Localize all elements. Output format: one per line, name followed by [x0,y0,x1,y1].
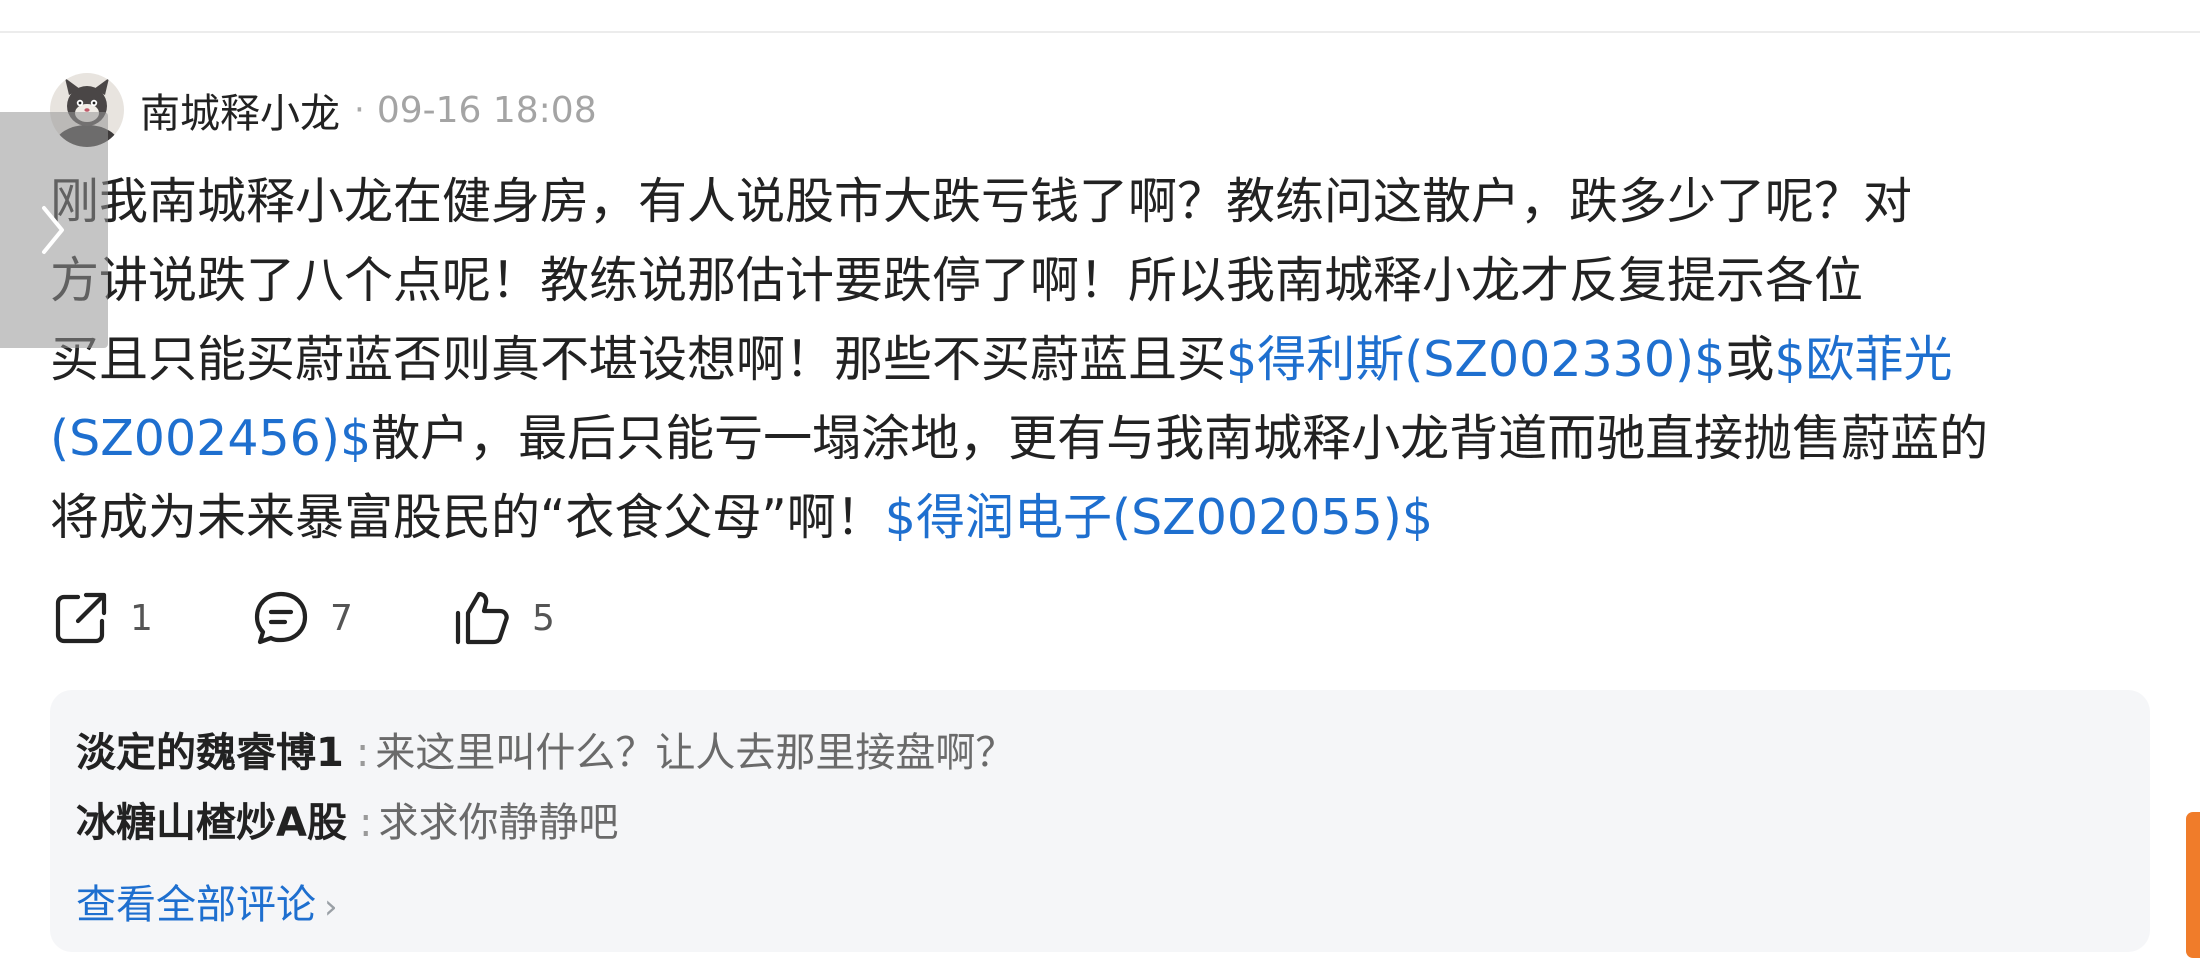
stock-link-delisi[interactable]: $得利斯(SZ002330)$ [1226,331,1725,388]
action-bar: 1 7 5 [52,586,555,650]
thumbs-up-icon [455,591,509,645]
comment-text: 求求你静静吧 [378,800,619,846]
post-body-line: 方讲说跌了八个点呢！教练说那估计要跌停了啊！所以我南城释小龙才反复提示各位 [50,241,2160,320]
top-divider [0,31,2200,33]
post-header: 南城释小龙 · 09-16 18:08 [50,72,597,148]
author-name[interactable]: 南城释小龙 [140,81,340,139]
post-body-line: 将成为未来暴富股民的“衣食父母”啊！$得润电子(SZ002055)$ [50,478,2160,557]
post-body-line: 买且只能买蔚蓝否则真不堪设想啊！那些不买蔚蓝且买$得利斯(SZ002330)$或… [50,320,2160,399]
comment-username[interactable]: 冰糖山楂炒A股 [76,800,347,846]
stock-link-derun[interactable]: $得润电子(SZ002055)$ [885,489,1433,546]
comment-text: 来这里叫什么？让人去那里接盘啊？ [375,730,1016,776]
post-body-line: 刚我南城释小龙在健身房，有人说股市大跌亏钱了啊？教练问这散户，跌多少了呢？对 [50,162,2160,241]
comment-icon [254,591,308,645]
like-count: 5 [532,597,555,639]
like-button[interactable]: 5 [452,589,555,647]
post-text: 刚我南城释小龙在健身房，有人说股市大跌亏钱了啊？教练问这散户，跌多少了呢？对 [50,173,1913,230]
stock-link-oufeiguang[interactable]: $欧菲光 [1774,331,1952,388]
comment-separator: : [355,730,370,776]
post-time: 09-16 18:08 [376,89,597,131]
post-text: 买且只能买蔚蓝否则真不堪设想啊！那些不买蔚蓝且买 [50,331,1227,388]
chevron-right-icon: › [324,887,338,927]
post-body: 刚我南城释小龙在健身房，有人说股市大跌亏钱了啊？教练问这散户，跌多少了呢？对 方… [50,162,2160,557]
share-button[interactable]: 1 [52,589,252,647]
view-all-label: 查看全部评论 [76,882,316,928]
post-text: 将成为未来暴富股民的“衣食父母”啊！ [50,489,885,546]
comment-button[interactable]: 7 [252,589,452,647]
comment-count: 7 [330,597,353,639]
chevron-right-icon [42,206,64,254]
post-page: 南城释小龙 · 09-16 18:08 刚我南城释小龙在健身房，有人说股市大跌亏… [0,0,2200,958]
stock-link-oufeiguang-code[interactable]: (SZ002456)$ [50,410,371,467]
scrollbar-thumb[interactable] [2186,812,2200,958]
side-collapse-tab[interactable] [0,112,108,348]
comment-separator: : [358,800,373,846]
post-text: 散户，最后只能亏一塌涂地，更有与我南城释小龙背道而驰直接抛售蔚蓝的 [371,410,1989,467]
comment-username[interactable]: 淡定的魏睿博1 [76,730,344,776]
meta-separator: · [354,90,365,130]
comment-item[interactable]: 淡定的魏睿博1: 来这里叫什么？让人去那里接盘啊？ [76,720,1015,778]
post-body-line: (SZ002456)$散户，最后只能亏一塌涂地，更有与我南城释小龙背道而驰直接抛… [50,399,2160,478]
share-count: 1 [130,597,153,639]
comments-preview: 淡定的魏睿博1: 来这里叫什么？让人去那里接盘啊？ 冰糖山楂炒A股: 求求你静静吧 … [50,690,2150,952]
post-text: 方讲说跌了八个点呢！教练说那估计要跌停了啊！所以我南城释小龙才反复提示各位 [50,252,1864,309]
post-text: 或 [1725,331,1775,388]
view-all-comments-link[interactable]: 查看全部评论 › [76,872,338,930]
share-icon [55,592,107,644]
comment-item[interactable]: 冰糖山楂炒A股: 求求你静静吧 [76,790,618,848]
